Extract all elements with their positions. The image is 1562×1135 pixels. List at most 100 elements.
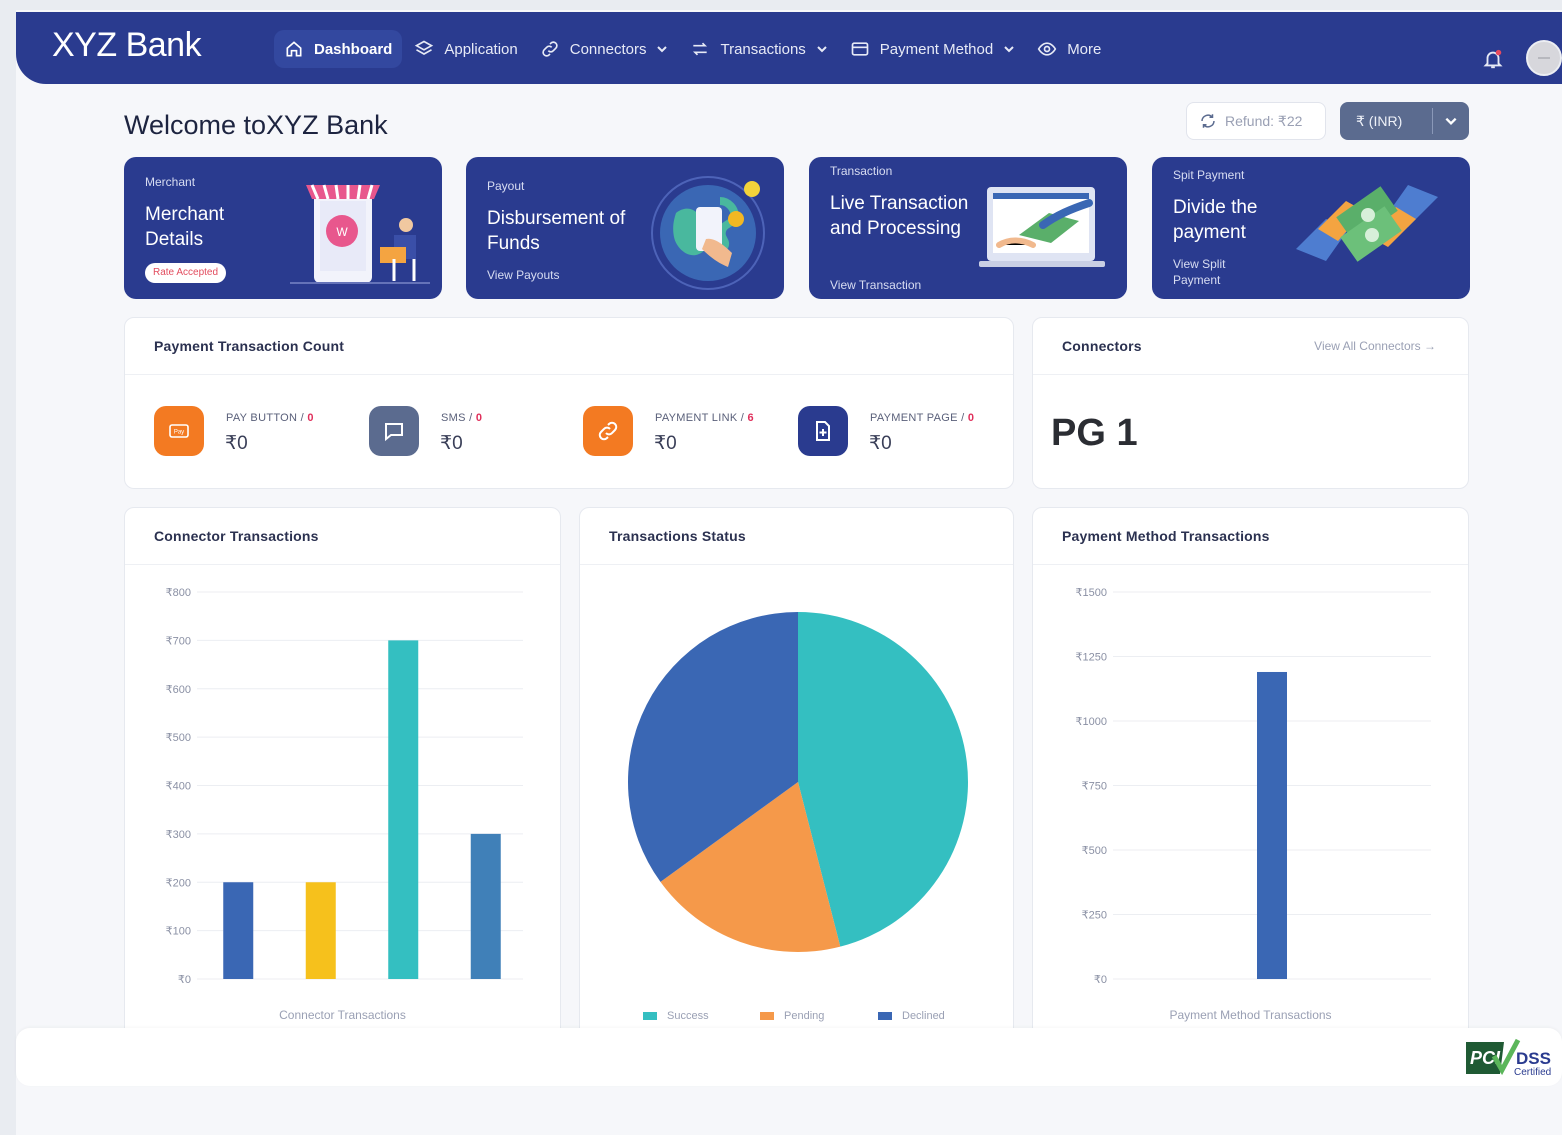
nav-payment-method[interactable]: Payment Method xyxy=(840,30,1025,68)
chevron-down-icon xyxy=(1004,46,1014,53)
layers-icon xyxy=(415,40,434,55)
chat-icon xyxy=(369,406,419,456)
y-tick-label: ₹300 xyxy=(166,829,191,841)
nav-label: Transactions xyxy=(720,40,806,58)
x-axis-label: Payment Method Transactions xyxy=(1169,1008,1332,1022)
currency-select[interactable]: ₹ (INR) xyxy=(1340,102,1469,140)
connectors-card: Connectors View All Connectors → PG 1 xyxy=(1032,317,1469,489)
main-nav: Dashboard Application Connectors Transac… xyxy=(274,29,1113,69)
view-payouts-link[interactable]: View Payouts xyxy=(487,267,560,283)
transactions-status-card: Transactions Status Success Pending Decl… xyxy=(579,507,1014,1047)
svg-text:Pay: Pay xyxy=(174,430,184,436)
connector-transactions-card: Connector Transactions ₹0 ₹100 ₹200 ₹300 ₹40… xyxy=(124,507,561,1047)
metric-label: PAYMENT PAGE / 0 xyxy=(870,412,975,424)
x-axis-label: Connector Transactions xyxy=(279,1008,406,1022)
metric-payment-page[interactable]: PAYMENT PAGE / 0 ₹0 xyxy=(798,406,1008,458)
promo-payout-card[interactable]: Payout Disbursement of Funds View Payout… xyxy=(466,157,784,299)
legend-label: Success xyxy=(667,1010,709,1022)
connector-transactions-chart: ₹0 ₹100 ₹200 ₹300 ₹400 ₹500 ₹600 ₹700 ₹800 xyxy=(166,587,523,986)
legend-item-declined[interactable]: Declined xyxy=(878,1010,945,1022)
brand-logo[interactable]: XYZ Bank xyxy=(52,26,202,65)
connector-value: PG 1 xyxy=(1051,412,1138,454)
eye-icon xyxy=(1037,42,1057,56)
y-tick-label: ₹1500 xyxy=(1076,587,1107,599)
promo-title: Disbursement of Funds xyxy=(487,208,626,254)
swap-icon xyxy=(693,42,708,56)
svg-text:DSS: DSS xyxy=(1516,1049,1551,1068)
nav-dashboard[interactable]: Dashboard xyxy=(274,30,403,68)
globe-money-illustration xyxy=(651,176,765,290)
nav-label: Connectors xyxy=(569,40,647,58)
metric-value: ₹0 xyxy=(440,433,463,454)
y-tick-label: ₹250 xyxy=(1082,910,1107,922)
view-all-connectors-link[interactable]: View All Connectors → xyxy=(1314,339,1436,353)
nav-transactions[interactable]: Transactions xyxy=(680,30,837,68)
refund-label: Refund: ₹22 xyxy=(1225,112,1303,129)
status-badge: Rate Accepted xyxy=(145,263,227,283)
avatar[interactable] xyxy=(1526,40,1562,76)
metric-sms[interactable]: SMS / 0 ₹0 xyxy=(369,406,579,458)
bar[interactable] xyxy=(470,833,501,979)
y-tick-label: ₹100 xyxy=(166,926,191,938)
metric-label: SMS / 0 xyxy=(441,412,483,424)
storefront-illustration: W xyxy=(290,184,430,284)
metric-value: ₹0 xyxy=(654,433,677,454)
payment-transaction-count-card: Payment Transaction Count Pay PAY BUTTON… xyxy=(124,317,1014,489)
y-tick-label: ₹500 xyxy=(166,732,191,744)
svg-text:W: W xyxy=(336,225,348,239)
y-tick-label: ₹800 xyxy=(166,587,191,599)
y-tick-label: ₹0 xyxy=(178,974,191,986)
nav-connectors[interactable]: Connectors xyxy=(530,30,679,68)
legend-swatch xyxy=(760,1012,774,1020)
y-tick-label: ₹500 xyxy=(1082,845,1107,857)
chevron-down-icon xyxy=(817,46,827,53)
y-tick-label: ₹1000 xyxy=(1076,716,1107,728)
nav-label: More xyxy=(1067,40,1102,58)
y-tick-label: ₹600 xyxy=(166,684,191,696)
promo-transaction-card[interactable]: Transaction Live Transaction and Process… xyxy=(809,157,1127,299)
divider xyxy=(125,374,1013,375)
y-tick-label: ₹400 xyxy=(166,781,191,793)
metric-payment-link[interactable]: PAYMENT LINK / 6 ₹0 xyxy=(583,406,793,458)
legend-label: Declined xyxy=(902,1010,945,1022)
promo-kicker: Spit Payment xyxy=(1173,168,1245,182)
handshake-money-illustration xyxy=(1296,185,1438,262)
bar[interactable] xyxy=(1257,671,1287,979)
divider xyxy=(1033,374,1468,375)
y-tick-label: ₹700 xyxy=(166,635,191,647)
view-transaction-link[interactable]: View Transaction xyxy=(830,277,921,293)
metric-pay-button[interactable]: Pay PAY BUTTON / 0 ₹0 xyxy=(154,406,364,458)
refresh-icon xyxy=(1201,114,1215,128)
view-split-payment-link[interactable]: View Split Payment xyxy=(1173,256,1253,288)
metric-value: ₹0 xyxy=(225,433,248,454)
page-title: Welcome toXYZ Bank xyxy=(124,110,388,140)
promo-title: Live Transaction and Processing xyxy=(830,193,969,239)
legend-swatch xyxy=(643,1012,657,1020)
page-add-icon xyxy=(798,406,848,456)
y-tick-label: ₹1250 xyxy=(1076,652,1107,664)
card-title: Payment Transaction Count xyxy=(154,338,345,354)
legend-item-pending[interactable]: Pending xyxy=(760,1010,824,1022)
bar[interactable] xyxy=(388,640,419,979)
payment-method-transactions-card: Payment Method Transactions ₹0 ₹250 ₹500 ₹7… xyxy=(1032,507,1469,1047)
nav-label: Payment Method xyxy=(879,40,994,58)
currency-label: ₹ (INR) xyxy=(1356,112,1403,129)
transactions-status-pie-chart xyxy=(628,612,969,952)
promo-split-payment-card[interactable]: Spit Payment Divide the payment View Spl… xyxy=(1152,157,1470,299)
refund-button[interactable]: Refund: ₹22 xyxy=(1186,102,1326,140)
promo-kicker: Payout xyxy=(487,179,525,193)
home-icon xyxy=(286,41,302,57)
nav-more[interactable]: More xyxy=(1027,30,1111,68)
pay-button-icon: Pay xyxy=(154,406,204,456)
bar[interactable] xyxy=(223,882,254,979)
promo-merchant-card[interactable]: Merchant Merchant Details Rate Accepted … xyxy=(124,157,442,299)
footer-bar xyxy=(16,1028,1562,1086)
bar[interactable] xyxy=(305,882,336,979)
link-icon xyxy=(542,41,558,57)
bell-icon[interactable] xyxy=(1482,48,1504,70)
promo-title: Merchant Details xyxy=(145,204,225,250)
promo-title: Divide the payment xyxy=(1173,197,1258,243)
legend-item-success[interactable]: Success xyxy=(643,1010,709,1022)
laptop-payment-illustration xyxy=(979,187,1105,267)
nav-application[interactable]: Application xyxy=(404,30,527,68)
